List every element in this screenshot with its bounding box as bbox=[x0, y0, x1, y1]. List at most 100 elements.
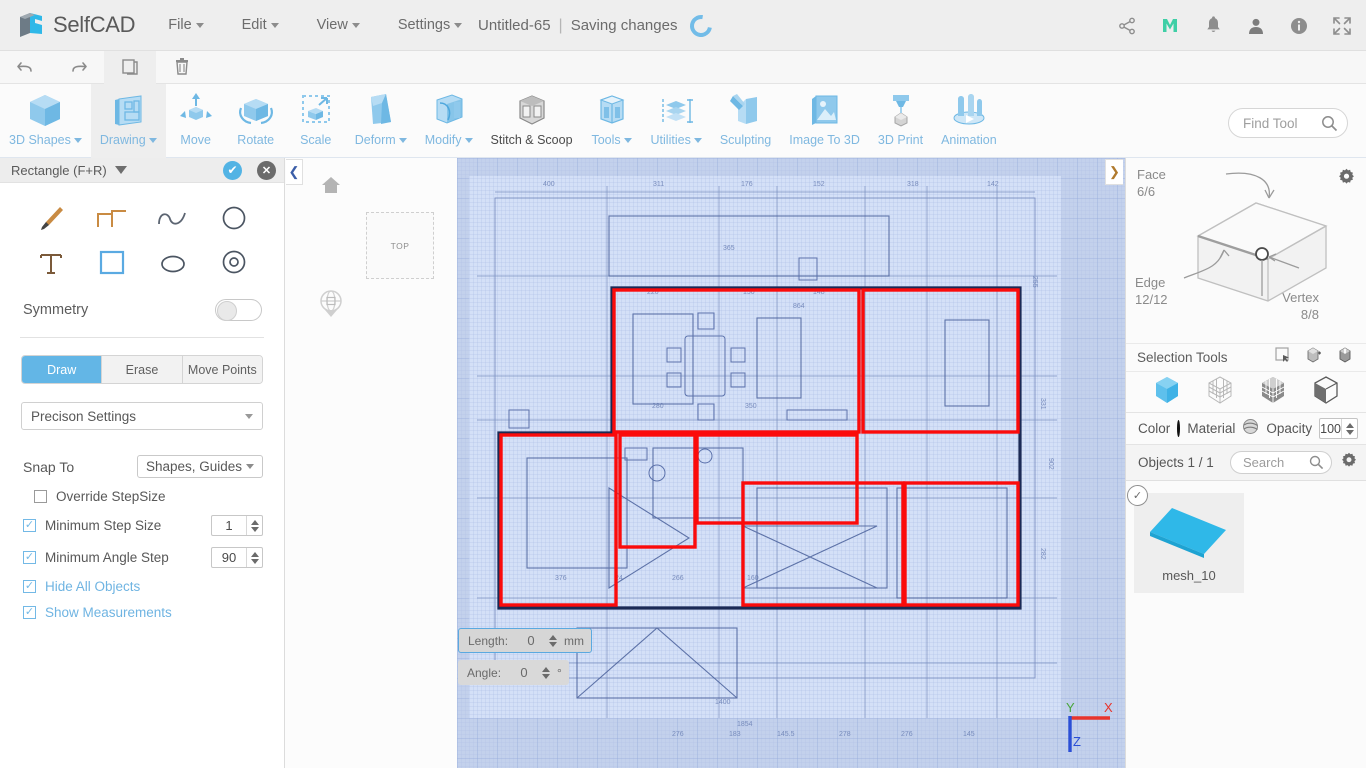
find-tool-search[interactable]: Find Tool bbox=[1228, 108, 1348, 138]
object-card-mesh-10[interactable]: ✓ mesh_10 bbox=[1127, 485, 1244, 593]
arrow-up-icon[interactable] bbox=[1345, 422, 1354, 428]
text-tool[interactable] bbox=[20, 243, 81, 283]
arrow-down-icon[interactable] bbox=[250, 558, 259, 564]
ribbon-drawing[interactable]: Drawing bbox=[90, 84, 166, 158]
option-minimum-angle-step[interactable]: ✓ Minimum Angle Step 90 bbox=[0, 536, 284, 568]
objects-search-input[interactable]: Search bbox=[1230, 451, 1332, 474]
color-swatch[interactable] bbox=[1177, 420, 1181, 437]
collapse-right-panel-button[interactable]: ❯ bbox=[1105, 159, 1123, 185]
chevron-down-icon[interactable] bbox=[114, 166, 127, 174]
angle-measurement-field[interactable]: Angle: 0 ° bbox=[458, 660, 569, 685]
color-label: Color bbox=[1138, 421, 1171, 436]
3d-viewport[interactable]: 400 311 176 152 318 142 365 220 150 148 … bbox=[457, 158, 1125, 768]
menu-view[interactable]: View bbox=[317, 11, 360, 39]
rectangle-select-icon[interactable] bbox=[1275, 347, 1291, 368]
chevron-down-icon bbox=[464, 138, 473, 144]
menu-settings[interactable]: Settings bbox=[398, 11, 463, 39]
symmetry-toggle[interactable] bbox=[215, 299, 262, 321]
svg-text:278: 278 bbox=[839, 731, 851, 738]
option-minimum-step-size[interactable]: ✓ Minimum Step Size 1 bbox=[0, 504, 284, 536]
length-measurement-field[interactable]: Length: 0 mm bbox=[458, 628, 593, 653]
move-points-mode-button[interactable]: Move Points bbox=[182, 356, 262, 383]
ribbon-stitch-and-scoop[interactable]: Stitch & Scoop bbox=[482, 84, 582, 158]
ribbon-modify[interactable]: Modify bbox=[416, 84, 482, 158]
arrow-up-icon[interactable] bbox=[250, 519, 259, 525]
svg-text:266: 266 bbox=[672, 575, 684, 582]
app-logo[interactable]: SelfCAD bbox=[16, 10, 136, 40]
ribbon-rotate[interactable]: Rotate bbox=[226, 84, 286, 158]
arrow-down-icon[interactable] bbox=[542, 673, 551, 679]
face-mode-icon[interactable] bbox=[1258, 375, 1288, 410]
menu-edit[interactable]: Edit bbox=[242, 11, 279, 39]
option-override-stepsize[interactable]: Override StepSize bbox=[0, 478, 284, 504]
copy-button[interactable] bbox=[104, 50, 156, 84]
save-status-text: Saving changes bbox=[570, 17, 678, 34]
vertex-marker-icon bbox=[1255, 247, 1269, 261]
option-hide-all-objects[interactable]: ✓ Hide All Objects bbox=[0, 568, 284, 594]
info-icon[interactable] bbox=[1289, 16, 1309, 36]
select-linked-icon[interactable] bbox=[1337, 347, 1353, 368]
object-mode-icon[interactable] bbox=[1152, 375, 1182, 410]
arrow-down-icon[interactable] bbox=[1345, 429, 1354, 435]
ribbon-image-to-3d[interactable]: Image To 3D bbox=[780, 84, 869, 158]
angle-stepper[interactable] bbox=[542, 666, 551, 679]
material-sphere-icon[interactable] bbox=[1242, 418, 1259, 440]
angle-value[interactable]: 0 bbox=[509, 665, 539, 680]
share-icon[interactable] bbox=[1117, 16, 1137, 36]
fullscreen-icon[interactable] bbox=[1332, 16, 1352, 36]
brush-tool[interactable] bbox=[20, 199, 81, 239]
minimum-angle-step-stepper[interactable]: 90 bbox=[211, 547, 263, 568]
erase-mode-button[interactable]: Erase bbox=[102, 356, 183, 383]
objects-settings-gear-icon[interactable] bbox=[1341, 452, 1357, 473]
arrow-down-icon[interactable] bbox=[549, 641, 558, 647]
snap-to-dropdown[interactable]: Shapes, Guides bbox=[136, 455, 263, 478]
document-title[interactable]: Untitled-65 bbox=[478, 17, 551, 34]
ellipse-tool[interactable] bbox=[142, 243, 203, 283]
ribbon-scale[interactable]: Scale bbox=[286, 84, 346, 158]
polyline-tool[interactable] bbox=[81, 199, 142, 239]
draw-mode-button[interactable]: Draw bbox=[22, 356, 103, 383]
ribbon-3d-print[interactable]: 3D Print bbox=[869, 84, 932, 158]
user-account-icon[interactable] bbox=[1246, 16, 1266, 36]
stepper-arrows[interactable] bbox=[246, 516, 262, 535]
ribbon-animation[interactable]: Animation bbox=[932, 84, 1006, 158]
monetize-m-icon[interactable] bbox=[1160, 16, 1180, 36]
spline-tool[interactable] bbox=[142, 199, 203, 239]
object-visible-check-icon[interactable]: ✓ bbox=[1127, 485, 1148, 506]
concentric-circle-tool[interactable] bbox=[203, 243, 264, 283]
vertex-mode-icon[interactable] bbox=[1205, 375, 1235, 410]
ribbon-move[interactable]: Move bbox=[166, 84, 226, 158]
arrow-up-icon[interactable] bbox=[549, 634, 558, 640]
arrow-up-icon[interactable] bbox=[250, 551, 259, 557]
length-value[interactable]: 0 bbox=[516, 633, 546, 648]
collapse-left-panel-button[interactable]: ❮ bbox=[286, 159, 303, 185]
select-through-icon[interactable] bbox=[1306, 347, 1322, 368]
redo-button[interactable] bbox=[52, 51, 104, 84]
cancel-button[interactable]: ✕ bbox=[257, 160, 276, 180]
ribbon-utilities[interactable]: Utilities bbox=[642, 84, 711, 158]
edge-mode-icon[interactable] bbox=[1311, 375, 1341, 410]
arrow-up-icon[interactable] bbox=[542, 666, 551, 672]
menu-file[interactable]: File bbox=[168, 11, 204, 39]
rectangle-tool[interactable] bbox=[81, 243, 142, 283]
arrow-down-icon[interactable] bbox=[250, 526, 259, 532]
ribbon-sculpting[interactable]: Sculpting bbox=[711, 84, 780, 158]
ribbon-deform[interactable]: Deform bbox=[346, 84, 416, 158]
home-view-icon[interactable] bbox=[320, 175, 342, 200]
undo-button[interactable] bbox=[0, 51, 52, 84]
view-cube-top[interactable]: TOP bbox=[366, 212, 434, 279]
delete-button[interactable] bbox=[156, 51, 208, 84]
precision-settings-select[interactable]: Precison Settings bbox=[21, 402, 263, 430]
orbit-dropdown-caret-icon[interactable] bbox=[325, 310, 337, 317]
circle-tool[interactable] bbox=[203, 199, 264, 239]
ribbon-3d-shapes[interactable]: 3D Shapes bbox=[0, 84, 91, 158]
stepper-arrows[interactable] bbox=[1341, 419, 1357, 438]
length-stepper[interactable] bbox=[549, 634, 558, 647]
stepper-arrows[interactable] bbox=[246, 548, 262, 567]
notifications-bell-icon[interactable] bbox=[1203, 16, 1223, 36]
ribbon-tools[interactable]: Tools bbox=[582, 84, 642, 158]
minimum-step-size-stepper[interactable]: 1 bbox=[211, 515, 263, 536]
option-show-measurements[interactable]: ✓ Show Measurements bbox=[0, 594, 284, 620]
opacity-stepper[interactable]: 100 bbox=[1319, 418, 1358, 439]
confirm-button[interactable]: ✔ bbox=[223, 160, 242, 180]
